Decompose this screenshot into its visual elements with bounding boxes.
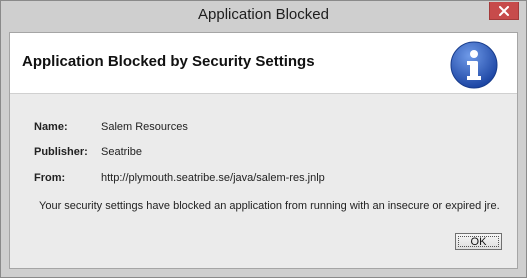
from-value: http://plymouth.seatribe.se/java/salem-r… <box>101 172 325 184</box>
from-label: From: <box>34 172 66 184</box>
window-title: Application Blocked <box>198 6 329 23</box>
dialog-header: Application Blocked by Security Settings <box>10 33 517 94</box>
close-icon <box>499 5 509 16</box>
security-message: Your security settings have blocked an a… <box>39 200 500 212</box>
dialog-window: Application Blocked Application Blocked … <box>0 0 527 278</box>
publisher-value: Seatribe <box>101 146 142 158</box>
name-label: Name: <box>34 121 68 133</box>
header-title: Application Blocked by Security Settings <box>22 53 315 70</box>
publisher-label: Publisher: <box>34 146 88 158</box>
close-button[interactable] <box>489 2 519 20</box>
ok-button[interactable]: OK <box>455 233 502 250</box>
dialog-body: Application Blocked by Security Settings… <box>9 32 518 269</box>
name-value: Salem Resources <box>101 121 188 133</box>
title-bar[interactable]: Application Blocked <box>1 1 526 32</box>
info-icon <box>450 41 498 89</box>
